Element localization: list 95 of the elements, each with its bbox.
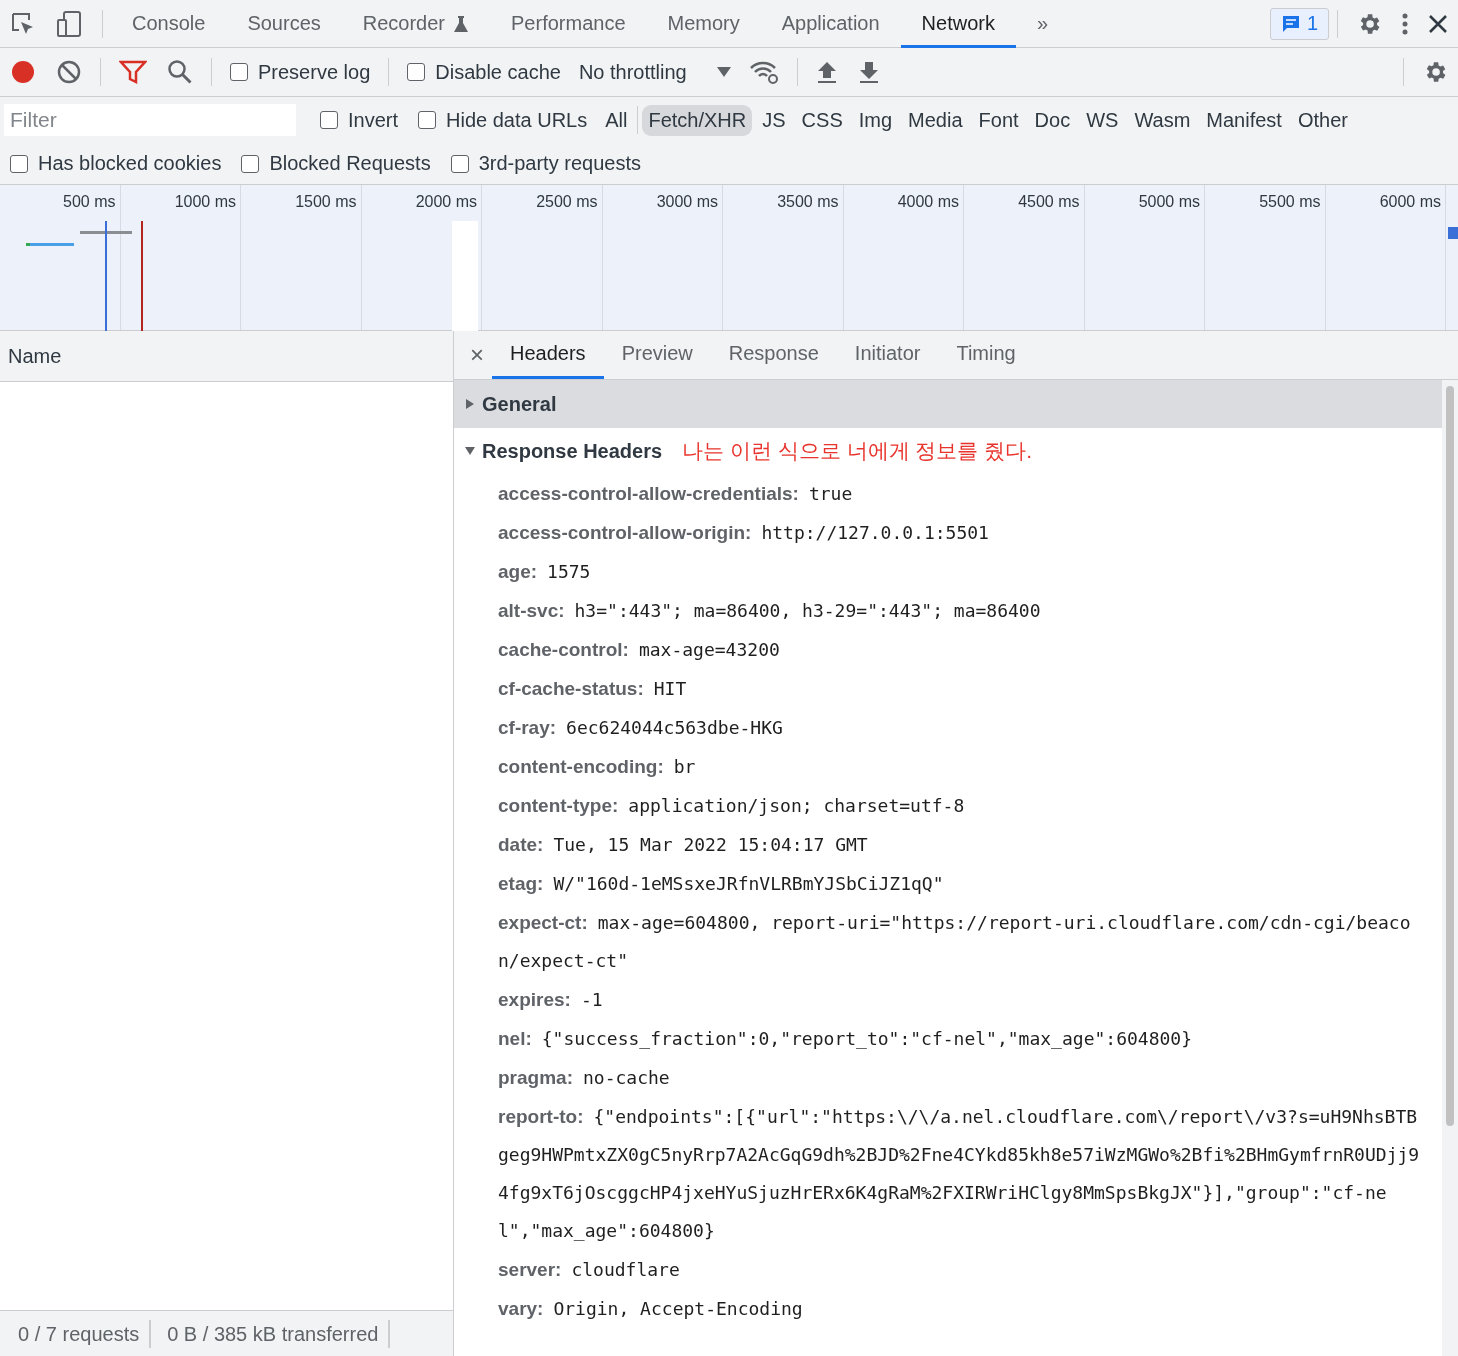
header-entry: access-control-allow-origin: http://127.0.0.1:5501: [498, 521, 990, 545]
timeline-tick-label: 500 ms: [63, 193, 116, 212]
checkbox[interactable]: [241, 154, 260, 173]
checkbox[interactable]: [10, 154, 28, 173]
panel-tab[interactable]: Application: [760, 0, 901, 48]
more-options-icon[interactable]: [1402, 11, 1408, 36]
type-filter-button[interactable]: WS: [1080, 104, 1125, 136]
checkbox[interactable]: [450, 154, 469, 173]
type-filter-button[interactable]: Font: [972, 104, 1025, 136]
timeline-tick-label: 2500 ms: [536, 193, 598, 212]
disable-cache-checkbox[interactable]: Disable cache: [407, 60, 561, 84]
messages-count: 1: [1306, 12, 1318, 35]
checkbox-label: Preserve log: [258, 60, 371, 84]
filter-field[interactable]: Filter: [4, 104, 296, 136]
header-entry: access-control-allow-credentials: true: [498, 482, 854, 506]
timeline-tick-label: 4000 ms: [897, 193, 959, 212]
annotation-note: 나는 이런 식으로 너에게 정보를 줬다.: [682, 438, 1033, 464]
section-title: Response Headers: [482, 439, 663, 463]
header-entry: alt-svc: h3=":443"; ma=86400, h3-29=":443"; ma=86400: [498, 599, 1042, 623]
invert-checkbox[interactable]: Invert: [320, 108, 399, 132]
panel-tab[interactable]: Sources: [226, 0, 342, 48]
status-text: 0 B / 385 kB transferred: [157, 1319, 391, 1348]
close-icon[interactable]: [1428, 13, 1448, 34]
header-entry: nel: {"success_fraction":0,"report_to":"cf-nel","max_age":604800}: [498, 1027, 1193, 1051]
header-entry: server: cloudflare: [498, 1258, 681, 1282]
header-entry: expect-ct: max-age=604800, report-uri="https://report-uri.cloudflare.com/cdn-cgi/beacon/expect-ct": [498, 911, 1412, 973]
timeline-tick-label: 5000 ms: [1138, 193, 1200, 212]
section-header[interactable]: General: [454, 380, 1442, 428]
search-icon[interactable]: [167, 59, 193, 85]
caret-icon: [464, 445, 476, 457]
type-filter-button[interactable]: JS: [756, 104, 792, 136]
panel-tab[interactable]: Memory: [646, 0, 761, 48]
header-entry: etag: W/"160d-1eMSsxeJRfnVLRBmYJSbCiJZ1qQ": [498, 872, 945, 896]
header-entry: content-type: application/json; charset=utf-8: [498, 794, 966, 818]
clear-icon[interactable]: [56, 59, 82, 85]
name-column-header[interactable]: Name: [0, 331, 453, 382]
device-toolbar-icon[interactable]: [56, 9, 84, 38]
timeline-tick-label: 4500 ms: [1018, 193, 1080, 212]
type-filter-button[interactable]: Manifest: [1200, 104, 1288, 136]
more-tabs-button[interactable]: »: [1015, 0, 1070, 48]
detail-tab[interactable]: Initiator: [836, 331, 939, 379]
hide-data-urls-checkbox[interactable]: Hide data URLs: [418, 108, 588, 132]
header-entry: content-encoding: br: [498, 755, 697, 779]
type-filter-button[interactable]: Other: [1291, 104, 1354, 136]
network-conditions-icon[interactable]: [748, 59, 779, 85]
header-entry: cf-cache-status: HIT: [498, 677, 688, 701]
dropdown-icon: [716, 67, 731, 77]
preserve-log-checkbox[interactable]: Preserve log: [230, 60, 371, 84]
header-entry: vary: Origin, Accept-Encoding: [498, 1297, 804, 1321]
filter-icon[interactable]: [119, 59, 147, 85]
panel-tab[interactable]: Performance: [490, 0, 647, 48]
timeline-tick-label: 5500 ms: [1259, 193, 1321, 212]
upload-icon[interactable]: [815, 60, 838, 84]
timeline-tick-label: 1500 ms: [295, 193, 357, 212]
type-filter-button[interactable]: Doc: [1028, 104, 1077, 136]
section-title: General: [482, 392, 557, 416]
download-icon[interactable]: [857, 60, 880, 84]
timeline-tick-label: 2000 ms: [415, 193, 477, 212]
record-button[interactable]: [10, 59, 36, 85]
detail-tab[interactable]: Timing: [938, 331, 1034, 379]
header-entry: age: 1575: [498, 560, 592, 584]
checkbox[interactable]: [320, 111, 338, 129]
messages-badge[interactable]: 1: [1269, 7, 1329, 40]
timeline-tick-label: 1000 ms: [174, 193, 236, 212]
caret-icon: [464, 398, 476, 410]
detail-tab[interactable]: Preview: [603, 331, 711, 379]
header-entry: date: Tue, 15 Mar 2022 15:04:17 GMT: [498, 833, 869, 857]
header-entry: cf-ray: 6ec624044c563dbe-HKG: [498, 716, 784, 740]
panel-tab[interactable]: Recorder: [341, 0, 491, 48]
checkbox-label: Disable cache: [435, 60, 561, 84]
type-filter-button[interactable]: CSS: [795, 104, 849, 136]
header-entry: cache-control: max-age=43200: [498, 638, 781, 662]
close-button[interactable]: ×: [462, 331, 492, 379]
type-filter-button[interactable]: Fetch/XHR: [642, 104, 753, 136]
timeline-tick-label: 6000 ms: [1379, 193, 1441, 212]
scrollbar-thumb[interactable]: [1446, 386, 1454, 1126]
checkbox[interactable]: [407, 63, 426, 81]
header-entry: pragma: no-cache: [498, 1066, 671, 1090]
checkbox[interactable]: [418, 111, 437, 129]
timeline-tick-label: 3500 ms: [777, 193, 839, 212]
checkbox[interactable]: [230, 63, 248, 81]
status-text: 0 / 7 requests: [8, 1319, 152, 1348]
panel-tab[interactable]: Console: [111, 0, 227, 48]
detail-tab[interactable]: Response: [710, 331, 837, 379]
checkbox-label: Invert: [348, 108, 399, 132]
timeline-tick-label: 3000 ms: [656, 193, 718, 212]
throttling-select[interactable]: No throttling: [578, 60, 731, 84]
header-entry: expires: -1: [498, 988, 604, 1012]
type-filter-button[interactable]: All: [599, 104, 634, 136]
type-filter-button[interactable]: Wasm: [1128, 104, 1197, 136]
timeline-overview[interactable]: 500 ms 1000 ms 1500 ms 2000 ms 2500 ms 3000 ms 3500 ms 4000 ms 4500 ms 5000 ms 5500 ms 6000 ms: [0, 185, 1458, 331]
type-filter-button[interactable]: Img: [852, 104, 899, 136]
type-filter-button[interactable]: Media: [902, 104, 969, 136]
checkbox-label: Hide data URLs: [446, 108, 588, 132]
chat-icon: [1280, 13, 1301, 34]
